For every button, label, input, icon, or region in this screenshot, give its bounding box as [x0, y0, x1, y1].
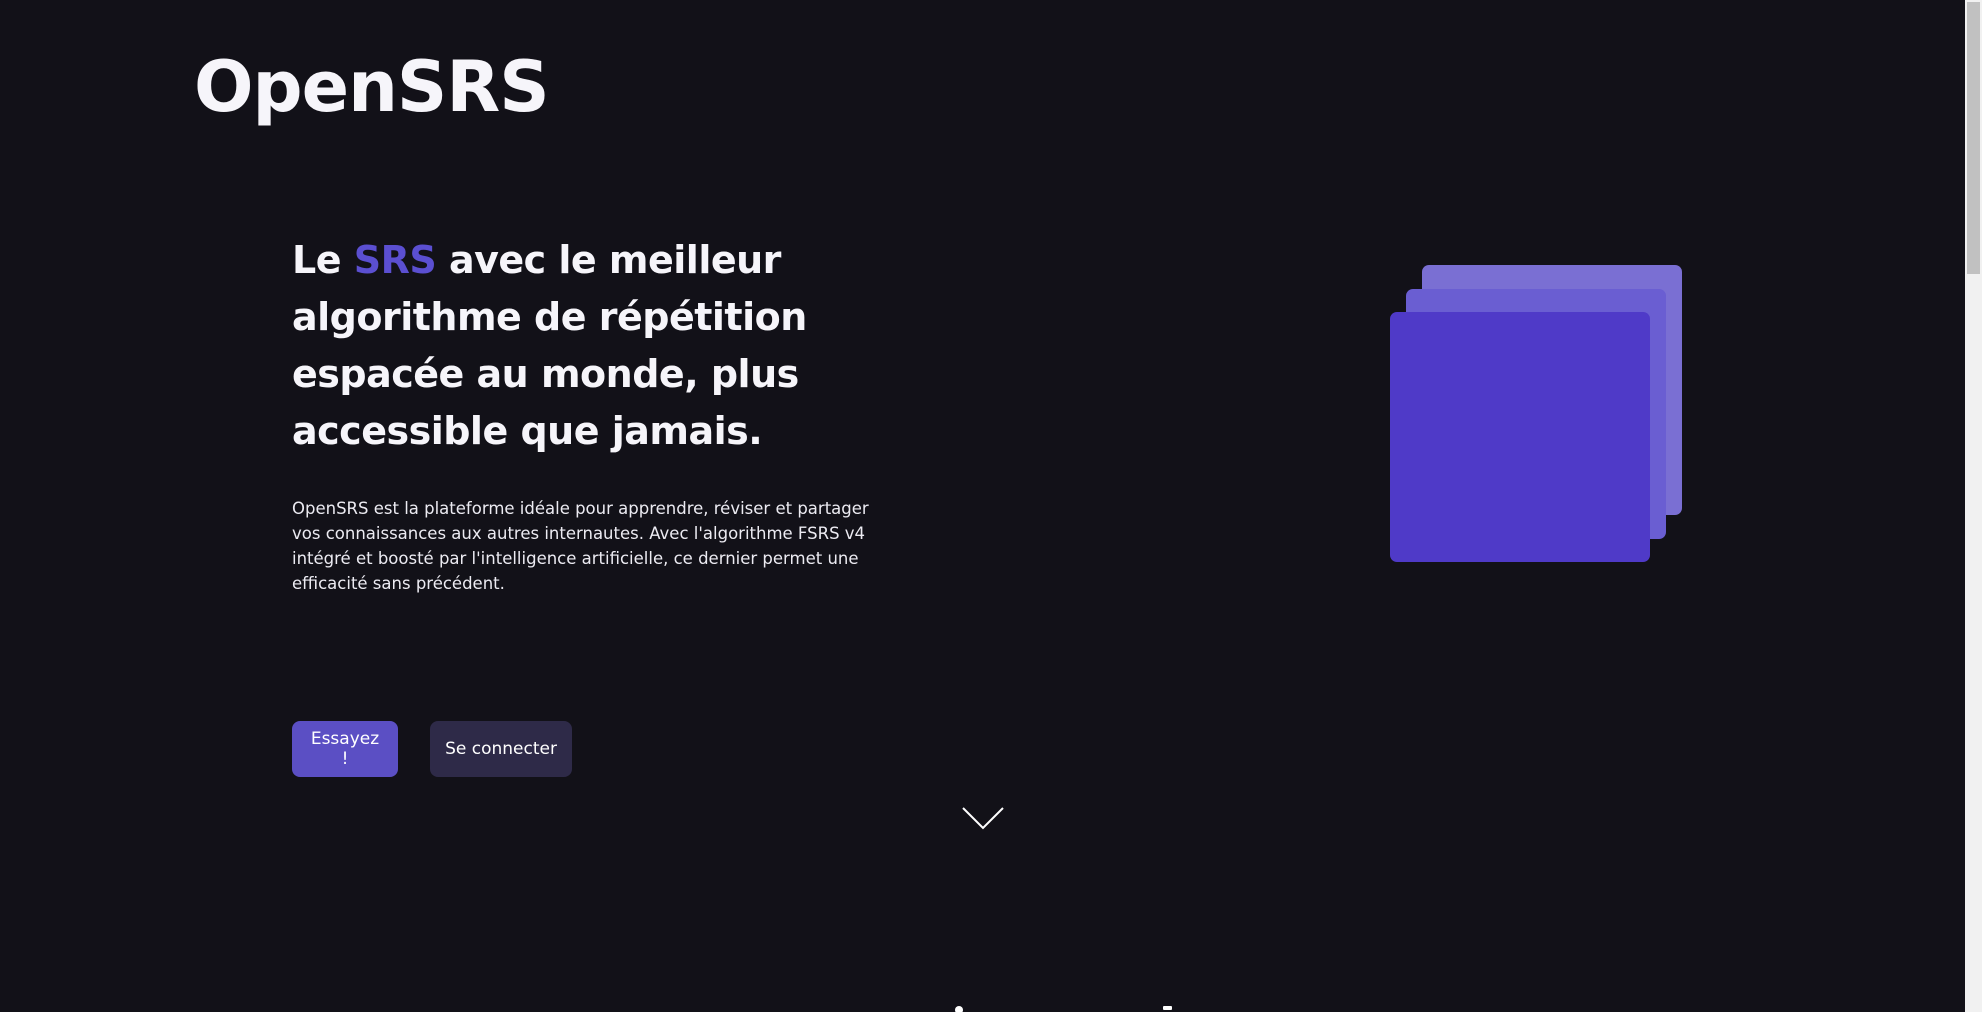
- hero-description: OpenSRS est la plateforme idéale pour ap…: [292, 499, 869, 593]
- stacked-cards-illustration: [1390, 265, 1682, 565]
- login-button[interactable]: Se connecter: [430, 721, 572, 777]
- site-logo[interactable]: OpenSRS: [194, 52, 550, 122]
- hero-title-accent: SRS: [353, 238, 437, 282]
- scrollbar-thumb[interactable]: [1967, 2, 1980, 274]
- vertical-scrollbar[interactable]: [1965, 0, 1982, 1012]
- hero-title: Le SRS avec le meilleur algorithme de ré…: [292, 232, 852, 460]
- hero-title-start: Le: [292, 238, 354, 282]
- card-front: [1390, 312, 1650, 562]
- next-section-peek: [955, 1006, 963, 1012]
- try-button[interactable]: Essayez !: [292, 721, 398, 777]
- chevron-down-icon[interactable]: [962, 806, 1004, 830]
- next-section-peek: [1163, 1006, 1172, 1010]
- landing-page: OpenSRS Le SRS avec le meilleur algorith…: [0, 0, 1982, 1012]
